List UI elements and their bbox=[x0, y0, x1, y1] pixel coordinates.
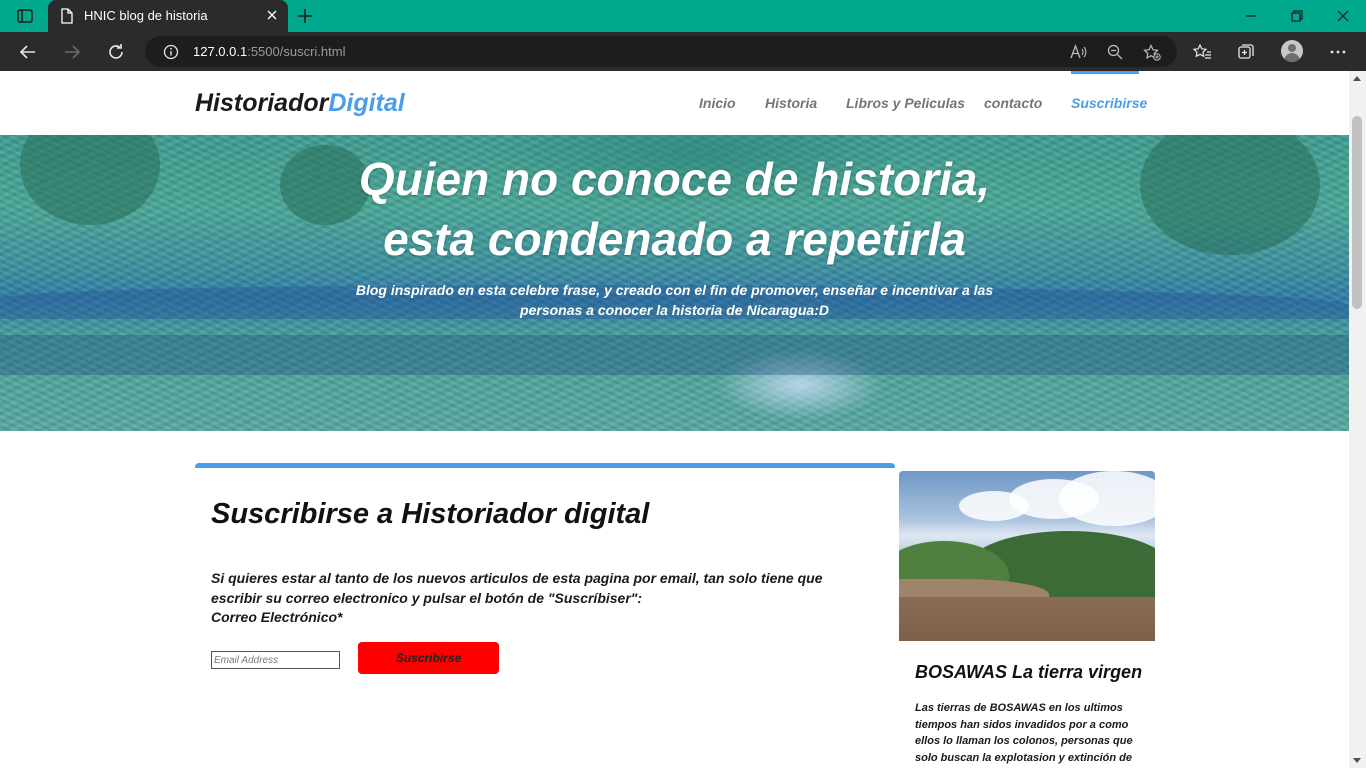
site-logo[interactable]: HistoriadorDigital bbox=[195, 89, 405, 118]
hero-subtitle: Blog inspirado en esta celebre frase, y … bbox=[355, 282, 994, 318]
read-aloud-icon[interactable] bbox=[1069, 44, 1087, 65]
profile-avatar[interactable] bbox=[1281, 40, 1303, 62]
zoom-out-icon[interactable] bbox=[1107, 44, 1123, 65]
hero-title-line1: Quien no conoce de historia, bbox=[358, 153, 991, 205]
hero-title-line2: esta condenado a repetirla bbox=[383, 213, 966, 265]
active-nav-indicator bbox=[1071, 71, 1139, 74]
collections-icon[interactable] bbox=[1236, 42, 1256, 67]
hero-banner: Quien no conoce de historia, esta conden… bbox=[0, 135, 1349, 431]
brand-accent: Digital bbox=[328, 89, 405, 117]
subscribe-button[interactable]: Suscribirse bbox=[358, 642, 499, 674]
forward-arrow-icon[interactable] bbox=[62, 42, 82, 67]
subscribe-card: Suscribirse a Historiador digital Si qui… bbox=[195, 463, 895, 768]
url-host: 127.0.0.1 bbox=[193, 44, 248, 59]
close-window-icon[interactable] bbox=[1336, 9, 1350, 28]
hero-texture bbox=[0, 335, 1349, 375]
page-document-icon bbox=[60, 8, 74, 27]
more-options-icon[interactable] bbox=[1328, 42, 1348, 67]
photo-detail bbox=[899, 597, 1155, 641]
minimize-icon[interactable] bbox=[1244, 9, 1258, 28]
sidebar-post-card[interactable]: BOSAWAS La tierra virgen Las tierras de … bbox=[899, 471, 1155, 768]
back-arrow-icon[interactable] bbox=[18, 42, 38, 67]
nav-link-inicio[interactable]: Inicio bbox=[699, 95, 736, 111]
tab-title: HNIC blog de historia bbox=[84, 8, 208, 23]
scroll-down-icon[interactable] bbox=[1353, 758, 1361, 763]
email-label: Correo Electrónico* bbox=[211, 609, 343, 625]
nav-link-libros-peliculas[interactable]: Libros y Peliculas bbox=[846, 95, 965, 111]
browser-title-bar: HNIC blog de historia bbox=[0, 0, 1366, 32]
site-info-icon[interactable] bbox=[163, 44, 179, 65]
photo-detail bbox=[959, 491, 1029, 521]
site-navbar: HistoriadorDigital Inicio Historia Libro… bbox=[0, 71, 1349, 135]
restore-icon[interactable] bbox=[1290, 9, 1304, 28]
post-excerpt: Las tierras de BOSAWAS en los ultimos ti… bbox=[915, 702, 1133, 764]
url-path: :5500/suscri.html bbox=[247, 44, 346, 59]
favorites-icon[interactable] bbox=[1192, 42, 1212, 67]
photo-detail bbox=[1059, 471, 1155, 526]
subscribe-title: Suscribirse a Historiador digital bbox=[211, 498, 650, 530]
hero-title: Quien no conoce de historia, esta conden… bbox=[0, 149, 1349, 269]
nav-link-contacto[interactable]: contacto bbox=[984, 95, 1042, 111]
scrollbar-thumb[interactable] bbox=[1352, 116, 1362, 309]
add-favorite-icon[interactable] bbox=[1143, 44, 1161, 66]
close-tab-icon[interactable] bbox=[266, 9, 278, 24]
address-bar[interactable]: 127.0.0.1:5500/suscri.html bbox=[145, 36, 1177, 67]
new-tab-icon[interactable] bbox=[296, 7, 314, 30]
page-scrollbar[interactable] bbox=[1349, 71, 1366, 768]
browser-toolbar: 127.0.0.1:5500/suscri.html bbox=[0, 32, 1366, 71]
subscribe-instructions: Si quieres estar al tanto de los nuevos … bbox=[211, 570, 823, 606]
url-text[interactable]: 127.0.0.1:5500/suscri.html bbox=[193, 44, 345, 59]
email-field[interactable] bbox=[211, 651, 340, 669]
brand-main: Historiador bbox=[195, 89, 329, 117]
subscribe-description: Si quieres estar al tanto de los nuevos … bbox=[211, 569, 851, 628]
nav-link-suscribirse[interactable]: Suscribirse bbox=[1071, 95, 1147, 111]
nav-link-historia[interactable]: Historia bbox=[765, 95, 817, 111]
post-title[interactable]: BOSAWAS La tierra virgen bbox=[915, 662, 1142, 683]
scroll-up-icon[interactable] bbox=[1353, 76, 1361, 81]
page-viewport: HistoriadorDigital Inicio Historia Libro… bbox=[0, 71, 1349, 768]
post-thumbnail[interactable] bbox=[899, 471, 1155, 641]
tab-actions-icon[interactable] bbox=[10, 6, 38, 26]
browser-tab[interactable]: HNIC blog de historia bbox=[48, 0, 288, 32]
refresh-icon[interactable] bbox=[106, 42, 126, 67]
